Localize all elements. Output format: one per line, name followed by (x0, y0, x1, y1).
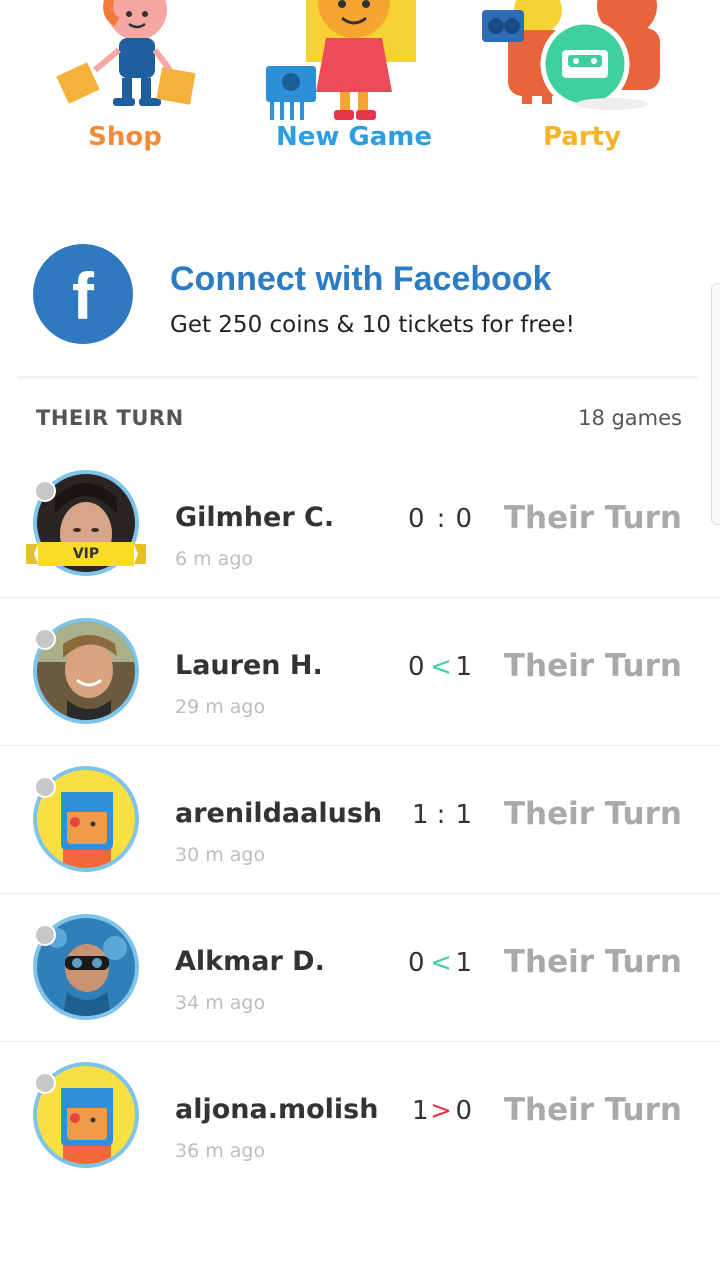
last-played-time: 30 m ago (175, 844, 266, 866)
online-status-dot (34, 480, 56, 502)
facebook-connect-banner[interactable]: f Connect with Facebook Get 250 coins & … (0, 240, 720, 350)
new-game-character-icon (266, 0, 416, 120)
game-row[interactable]: arenildaalush 30 m ago 1 : 1 Their Turn (0, 746, 720, 894)
divider (18, 376, 698, 379)
player-name: Lauren H. (175, 650, 323, 681)
score: 0 < 1 (404, 652, 480, 688)
player-name: Alkmar D. (175, 946, 325, 977)
score-right: 1 (455, 800, 472, 830)
score-separator: > (430, 1096, 452, 1126)
online-status-dot (34, 1072, 56, 1094)
game-row[interactable]: aljona.molish 36 m ago 1 > 0 Their Turn (0, 1042, 720, 1189)
last-played-time: 6 m ago (175, 548, 254, 570)
score-right: 0 (455, 1096, 472, 1126)
score-right: 1 (455, 948, 472, 978)
turn-status: Their Turn (503, 944, 682, 980)
online-status-dot (34, 776, 56, 798)
score-left: 0 (408, 504, 425, 534)
score-separator: < (430, 652, 452, 682)
game-row[interactable]: Alkmar D. 34 m ago 0 < 1 Their Turn (0, 894, 720, 1042)
new-game-label: New Game (275, 122, 433, 152)
shop-character-icon (56, 0, 196, 106)
score-left: 1 (412, 800, 429, 830)
games-count: 18 games (578, 406, 682, 430)
score-left: 0 (408, 652, 425, 682)
online-status-dot (34, 924, 56, 946)
turn-status: Their Turn (503, 1092, 682, 1128)
shop-button[interactable]: Shop (25, 0, 225, 170)
party-label: Party (542, 122, 622, 152)
turn-status: Their Turn (503, 796, 682, 832)
party-characters-icon (482, 0, 660, 110)
new-game-button[interactable]: New Game (254, 0, 454, 170)
facebook-connect-title: Connect with Facebook (170, 260, 552, 298)
vip-badge: VIP (26, 542, 146, 566)
last-played-time: 36 m ago (175, 1140, 266, 1162)
turn-status: Their Turn (503, 500, 682, 536)
player-name: aljona.molish (175, 1094, 379, 1125)
player-name: arenildaalush (175, 798, 383, 829)
score-right: 0 (455, 504, 472, 534)
shop-label: Shop (88, 122, 162, 152)
score-left: 0 (408, 948, 425, 978)
online-status-dot (34, 628, 56, 650)
score: 0 < 1 (404, 948, 480, 984)
games-list: VIP Gilmher C. 6 m ago 0 : 0 Their Turn (0, 450, 720, 1189)
score-right: 1 (455, 652, 472, 682)
top-menu: Shop New Game Party (0, 0, 720, 170)
game-row[interactable]: VIP Gilmher C. 6 m ago 0 : 0 Their Turn (0, 450, 720, 598)
score: 0 : 0 (404, 504, 480, 540)
score: 1 : 1 (404, 800, 480, 836)
player-name: Gilmher C. (175, 502, 335, 533)
turn-status: Their Turn (503, 648, 682, 684)
facebook-icon: f (33, 244, 133, 344)
score: 1 > 0 (404, 1096, 480, 1132)
facebook-connect-subtitle: Get 250 coins & 10 tickets for free! (170, 312, 575, 338)
game-row[interactable]: Lauren H. 29 m ago 0 < 1 Their Turn (0, 598, 720, 746)
score-separator: < (430, 948, 452, 978)
score-separator: : (436, 800, 446, 830)
party-button[interactable]: Party (482, 0, 682, 170)
vip-label: VIP (72, 546, 100, 562)
last-played-time: 34 m ago (175, 992, 266, 1014)
section-title: THEIR TURN (36, 406, 184, 430)
last-played-time: 29 m ago (175, 696, 266, 718)
score-left: 1 (412, 1096, 429, 1126)
score-separator: : (436, 504, 446, 534)
